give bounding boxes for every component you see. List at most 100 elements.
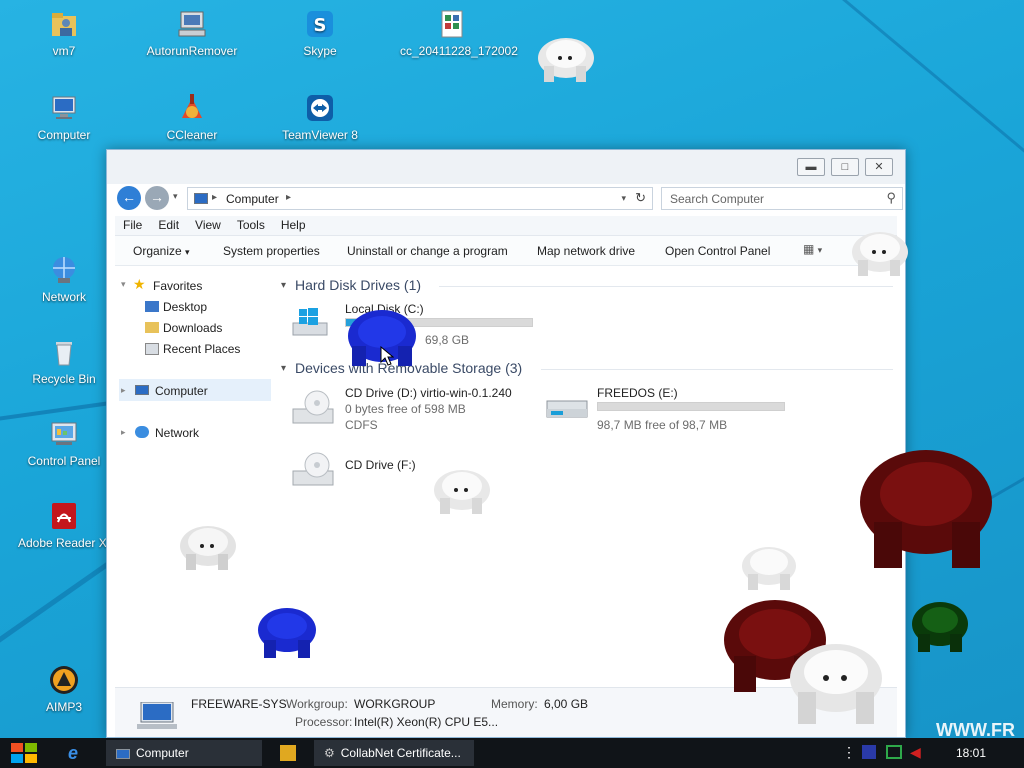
internet-explorer-button[interactable]: e	[68, 740, 96, 766]
expand-network-icon[interactable]: ▸	[121, 427, 126, 438]
search-box[interactable]: Search Computer ⚲	[661, 187, 903, 210]
workgroup-value: WORKGROUP	[354, 697, 436, 711]
uninstall-program-button[interactable]: Uninstall or change a program	[347, 244, 508, 258]
nav-computer[interactable]: Computer	[155, 384, 208, 398]
computer-tool-icon	[176, 8, 208, 40]
group-collapse-icon[interactable]: ▾	[281, 280, 286, 291]
close-button[interactable]: ✕	[865, 158, 893, 176]
organize-button[interactable]: Organize ▾	[133, 244, 190, 258]
taskbar-item-computer[interactable]: Computer	[106, 740, 262, 766]
command-bar: Organize ▾ System properties Uninstall o…	[115, 236, 897, 266]
desktop-icon-ccleaner[interactable]: CCleaner	[144, 92, 240, 142]
nav-desktop[interactable]: Desktop	[163, 300, 207, 314]
address-dropdown-icon[interactable]: ▾	[621, 193, 626, 204]
desktop-folder-icon	[145, 301, 159, 312]
minimize-button[interactable]: ▬	[797, 158, 825, 176]
menu-tools[interactable]: Tools	[229, 216, 273, 234]
desktop-icon-aimp[interactable]: AIMP3	[16, 664, 112, 714]
expand-computer-icon[interactable]: ▸	[121, 385, 126, 396]
green-bear-image	[910, 598, 970, 657]
menu-file[interactable]: File	[115, 216, 150, 234]
recent-locations-dropdown[interactable]: ▾	[173, 191, 178, 202]
drive-e-name: FREEDOS (E:)	[597, 386, 678, 400]
desktop-icon-label: Network	[41, 290, 86, 304]
drive-d-filesystem: CDFS	[345, 418, 378, 432]
back-button[interactable]: ←	[117, 186, 141, 210]
user-folder-icon	[48, 8, 80, 40]
refresh-icon[interactable]: ↻	[635, 190, 646, 206]
expand-favorites-icon[interactable]: ▾	[121, 279, 126, 290]
forward-button[interactable]: →	[145, 186, 169, 210]
open-control-panel-button[interactable]: Open Control Panel	[665, 244, 770, 258]
group-divider	[541, 369, 893, 370]
title-bar[interactable]: ▬ □ ✕	[107, 150, 905, 184]
desktop-icon-registry-file[interactable]: cc_20411228_172002	[400, 8, 518, 58]
network-nav-icon	[135, 426, 149, 438]
address-bar[interactable]: ▸ Computer ▸ ▾ ↻	[187, 187, 653, 210]
start-button[interactable]	[8, 740, 44, 766]
nav-favorites[interactable]: Favorites	[153, 279, 202, 293]
group-header-hdd[interactable]: Hard Disk Drives (1)	[295, 277, 421, 293]
menu-help[interactable]: Help	[273, 216, 314, 234]
tray-overflow-icon[interactable]: ⋮	[842, 744, 856, 761]
desktop-icon-label: AutorunRemover	[146, 44, 238, 58]
blue-bear-image	[256, 604, 318, 663]
menu-edit[interactable]: Edit	[150, 216, 187, 234]
volume-muted-icon[interactable]: ◀	[910, 744, 921, 761]
drive-d-name: CD Drive (D:) virtio-win-0.1.240	[345, 386, 512, 400]
view-options-icon[interactable]: ▦ ▾	[803, 242, 822, 256]
computer-small-icon	[194, 193, 208, 204]
internet-explorer-icon: e	[68, 743, 79, 763]
network-tray-icon[interactable]	[886, 745, 902, 759]
windows-drive-icon	[291, 307, 331, 337]
desktop-icon-label: Skype	[303, 44, 337, 58]
processor-label: Processor:	[295, 715, 353, 729]
media-player-icon	[280, 745, 296, 761]
svg-text:S: S	[314, 15, 327, 36]
drive-e[interactable]: FREEDOS (E:) 98,7 MB free of 98,7 MB	[541, 383, 801, 433]
nav-downloads[interactable]: Downloads	[163, 321, 222, 335]
skype-icon: S	[304, 8, 336, 40]
taskbar-item-collabnet[interactable]: ⚙ CollabNet Certificate...	[314, 740, 474, 766]
desktop-icon-recycle-bin[interactable]: Recycle Bin	[16, 336, 112, 386]
maximize-button[interactable]: □	[831, 158, 859, 176]
desktop-icon-label: TeamViewer 8	[282, 128, 358, 142]
desktop-icon-adobe-reader[interactable]: Adobe Reader XI	[16, 500, 112, 550]
taskbar-item-media[interactable]	[272, 740, 304, 766]
polar-bear-image	[432, 462, 492, 521]
desktop-icon-teamviewer[interactable]: TeamViewer 8	[272, 92, 368, 142]
star-icon: ★	[133, 276, 146, 292]
workgroup-label: Workgroup:	[286, 697, 348, 711]
desktop-icon-computer[interactable]: Computer	[16, 92, 112, 142]
desktop-icon-label: CCleaner	[166, 128, 218, 142]
menu-view[interactable]: View	[187, 216, 229, 234]
menu-bar: File Edit View Tools Help	[115, 216, 897, 236]
computer-nav-icon	[135, 385, 149, 395]
drive-d[interactable]: CD Drive (D:) virtio-win-0.1.240 0 bytes…	[279, 383, 529, 433]
group-collapse-icon[interactable]: ▾	[281, 363, 286, 374]
map-network-drive-button[interactable]: Map network drive	[537, 244, 635, 258]
desktop-icon-autorunremover[interactable]: AutorunRemover	[144, 8, 240, 58]
computer-name: FREEWARE-SYS	[191, 697, 287, 711]
search-icon[interactable]: ⚲	[886, 190, 896, 206]
clock[interactable]: 18:01	[956, 746, 986, 760]
nav-network[interactable]: Network	[155, 426, 199, 440]
flag-icon[interactable]	[862, 745, 876, 759]
desktop-icon-label: vm7	[52, 44, 76, 58]
adobe-reader-icon	[48, 500, 80, 532]
teamviewer-icon	[304, 92, 336, 124]
desktop-icon-control-panel[interactable]: Control Panel	[16, 418, 112, 468]
processor-value: Intel(R) Xeon(R) CPU E5...	[354, 715, 499, 729]
taskbar-item-label: CollabNet Certificate...	[340, 746, 461, 760]
recycle-bin-icon	[48, 336, 80, 368]
desktop-icon-network[interactable]: Network	[16, 254, 112, 304]
polar-bear-image	[740, 540, 798, 595]
desktop-icon-skype[interactable]: S Skype	[272, 8, 368, 58]
polar-bear-image	[850, 224, 910, 283]
windows-logo-icon	[11, 743, 37, 763]
system-properties-button[interactable]: System properties	[223, 244, 320, 258]
nav-recent-places[interactable]: Recent Places	[163, 342, 240, 356]
desktop-icon-vm7[interactable]: vm7	[16, 8, 112, 58]
ccleaner-icon	[176, 92, 208, 124]
breadcrumb-chevron-icon[interactable]: ▸	[286, 192, 291, 203]
